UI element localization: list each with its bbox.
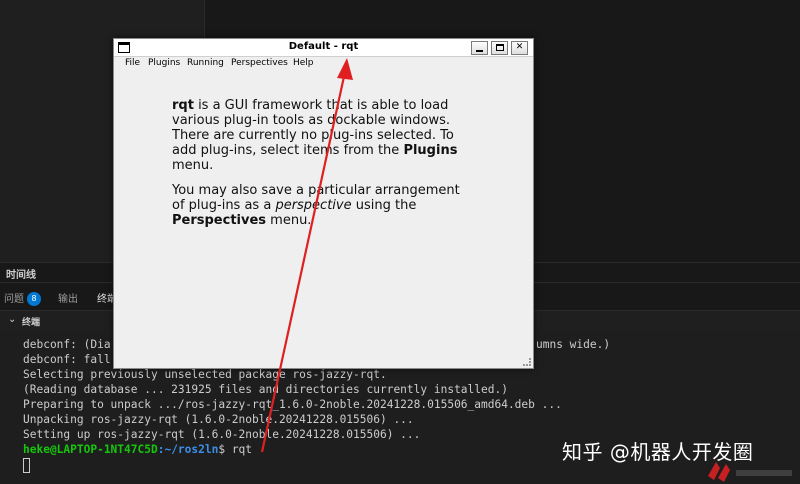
rqt-titlebar[interactable]: Default - rqt ✕ bbox=[114, 39, 533, 57]
terminal-prompt-line: heke@LAPTOP-1NT47C5D:~/ros2ln$ rqt bbox=[23, 443, 252, 456]
watermark-logo-icon bbox=[708, 462, 792, 482]
close-button[interactable]: ✕ bbox=[511, 41, 528, 55]
terminal-cursor bbox=[23, 458, 30, 473]
maximize-button[interactable] bbox=[491, 41, 508, 55]
menu-plugins[interactable]: Plugins bbox=[148, 58, 180, 68]
tab-output[interactable]: 输出 bbox=[58, 290, 78, 305]
terminal-line: Unpacking ros-jazzy-rqt (1.6.0-2noble.20… bbox=[23, 413, 414, 426]
problems-badge: 8 bbox=[27, 292, 41, 306]
bold-rqt: rqt bbox=[172, 98, 194, 113]
terminal-line: Selecting previously unselected package … bbox=[23, 368, 387, 381]
terminal-line: Preparing to unpack .../ros-jazzy-rqt_1.… bbox=[23, 398, 562, 411]
prompt-command: $ rqt bbox=[218, 443, 253, 456]
menu-running[interactable]: Running bbox=[187, 58, 224, 68]
prompt-path: :~/ros2ln bbox=[157, 443, 219, 456]
bold-plugins: Plugins bbox=[403, 143, 458, 158]
terminal-line: Setting up ros-jazzy-rqt (1.6.0-2noble.2… bbox=[23, 428, 421, 441]
menu-perspectives[interactable]: Perspectives bbox=[231, 58, 288, 68]
menu-help[interactable]: Help bbox=[293, 58, 314, 68]
rqt-welcome-text: rqt is a GUI framework that is able to l… bbox=[172, 98, 472, 238]
italic-perspective: perspective bbox=[275, 198, 352, 213]
minimize-icon bbox=[476, 50, 483, 52]
timeline-label: 时间线 bbox=[6, 270, 36, 281]
bold-perspectives: Perspectives bbox=[172, 213, 267, 228]
para1-end: menu. bbox=[172, 158, 214, 173]
terminal-header-label: 终端 bbox=[22, 318, 41, 328]
close-icon: ✕ bbox=[515, 42, 524, 52]
minimize-button[interactable] bbox=[471, 41, 488, 55]
prompt-user: heke@LAPTOP-1NT47C5D bbox=[23, 443, 158, 456]
tab-problems[interactable]: 问题 8 bbox=[4, 290, 41, 306]
terminal-line-tail: umns wide.) bbox=[536, 338, 611, 351]
maximize-icon bbox=[496, 44, 504, 51]
tab-problems-label: 问题 bbox=[4, 294, 24, 305]
terminal-line: (Reading database ... 231925 files and d… bbox=[23, 383, 508, 396]
welcome-paragraph-2: You may also save a particular arrangeme… bbox=[172, 183, 472, 228]
para2-mid: using the bbox=[351, 198, 417, 213]
terminal-line: debconf: (Dia bbox=[23, 338, 111, 351]
para2-end: menu. bbox=[266, 213, 312, 228]
terminal-line: debconf: fall bbox=[23, 353, 111, 366]
menubar: File Plugins Running Perspectives Help bbox=[114, 57, 533, 73]
menu-file[interactable]: File bbox=[125, 58, 140, 68]
resize-grip[interactable] bbox=[523, 358, 531, 366]
chevron-down-icon[interactable]: ⌄ bbox=[8, 314, 16, 325]
welcome-paragraph-1: rqt is a GUI framework that is able to l… bbox=[172, 98, 472, 173]
rqt-window[interactable]: Default - rqt ✕ File Plugins Running Per… bbox=[113, 38, 534, 369]
